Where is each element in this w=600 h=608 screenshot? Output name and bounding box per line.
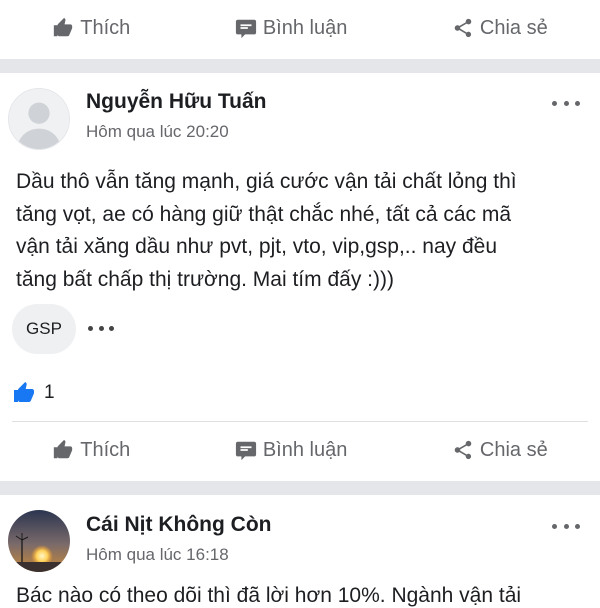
post-time[interactable]: Hôm qua lúc 20:20: [86, 122, 229, 142]
post-separator: [0, 481, 600, 495]
like-button[interactable]: Thích: [52, 17, 130, 40]
post-text-line: vận tải xăng dầu như pvt, pjt, vto, vip,…: [16, 235, 498, 258]
action-bar-top: Thích Bình luận Chia sẻ: [0, 0, 600, 56]
more-horizontal-icon: [88, 325, 93, 331]
like-button[interactable]: Thích: [52, 439, 130, 462]
thumbs-up-icon: [54, 439, 73, 459]
share-label: Chia sẻ: [479, 16, 548, 39]
share-icon: [454, 18, 472, 38]
default-avatar-icon: [9, 89, 69, 149]
more-horizontal-icon: [552, 523, 557, 529]
comment-label: Bình luận: [262, 16, 348, 39]
post-time[interactable]: Hôm qua lúc 16:18: [86, 545, 229, 565]
tag-more-button[interactable]: [88, 322, 114, 334]
post-text: Dầu thô vẫn tăng mạnh, giá cước vận tải …: [16, 166, 584, 296]
more-options-button[interactable]: [552, 97, 580, 109]
action-bar: Thích Bình luận Chia sẻ: [0, 422, 600, 478]
author-name[interactable]: Cái Nịt Không Còn: [86, 513, 271, 537]
share-button[interactable]: Chia sẻ: [452, 17, 548, 40]
more-options-button[interactable]: [552, 520, 580, 532]
avatar[interactable]: [8, 510, 70, 572]
avatar[interactable]: [8, 88, 70, 150]
share-icon: [454, 440, 472, 460]
like-label: Thích: [80, 438, 131, 461]
thumbs-up-icon: [54, 17, 73, 37]
post-text: Bác nào có theo dõi thì đã lời hơn 10%. …: [16, 584, 522, 607]
post-text-line: tăng vọt, ae có hàng giữ thật chắc nhé, …: [16, 202, 512, 226]
comment-icon: [235, 441, 256, 461]
sunset-avatar-image: [8, 510, 70, 572]
author-name[interactable]: Nguyễn Hữu Tuấn: [86, 90, 266, 114]
comment-label: Bình luận: [262, 438, 348, 461]
share-button[interactable]: Chia sẻ: [452, 439, 548, 462]
stock-tag-chip[interactable]: GSP: [12, 304, 76, 354]
more-horizontal-icon: [552, 100, 557, 106]
post-text-line: Dầu thô vẫn tăng mạnh, giá cước vận tải …: [16, 170, 517, 193]
like-count: 1: [44, 382, 55, 403]
post-separator: [0, 59, 600, 73]
reaction-summary[interactable]: 1: [12, 381, 55, 405]
share-label: Chia sẻ: [479, 438, 548, 461]
like-reaction-icon: [12, 381, 36, 405]
comment-button[interactable]: Bình luận: [235, 16, 348, 40]
post-text-line: tăng bất chấp thị trường. Mai tím đấy :)…: [16, 267, 394, 291]
like-label: Thích: [80, 16, 131, 39]
comment-icon: [235, 19, 256, 39]
comment-button[interactable]: Bình luận: [235, 438, 348, 462]
